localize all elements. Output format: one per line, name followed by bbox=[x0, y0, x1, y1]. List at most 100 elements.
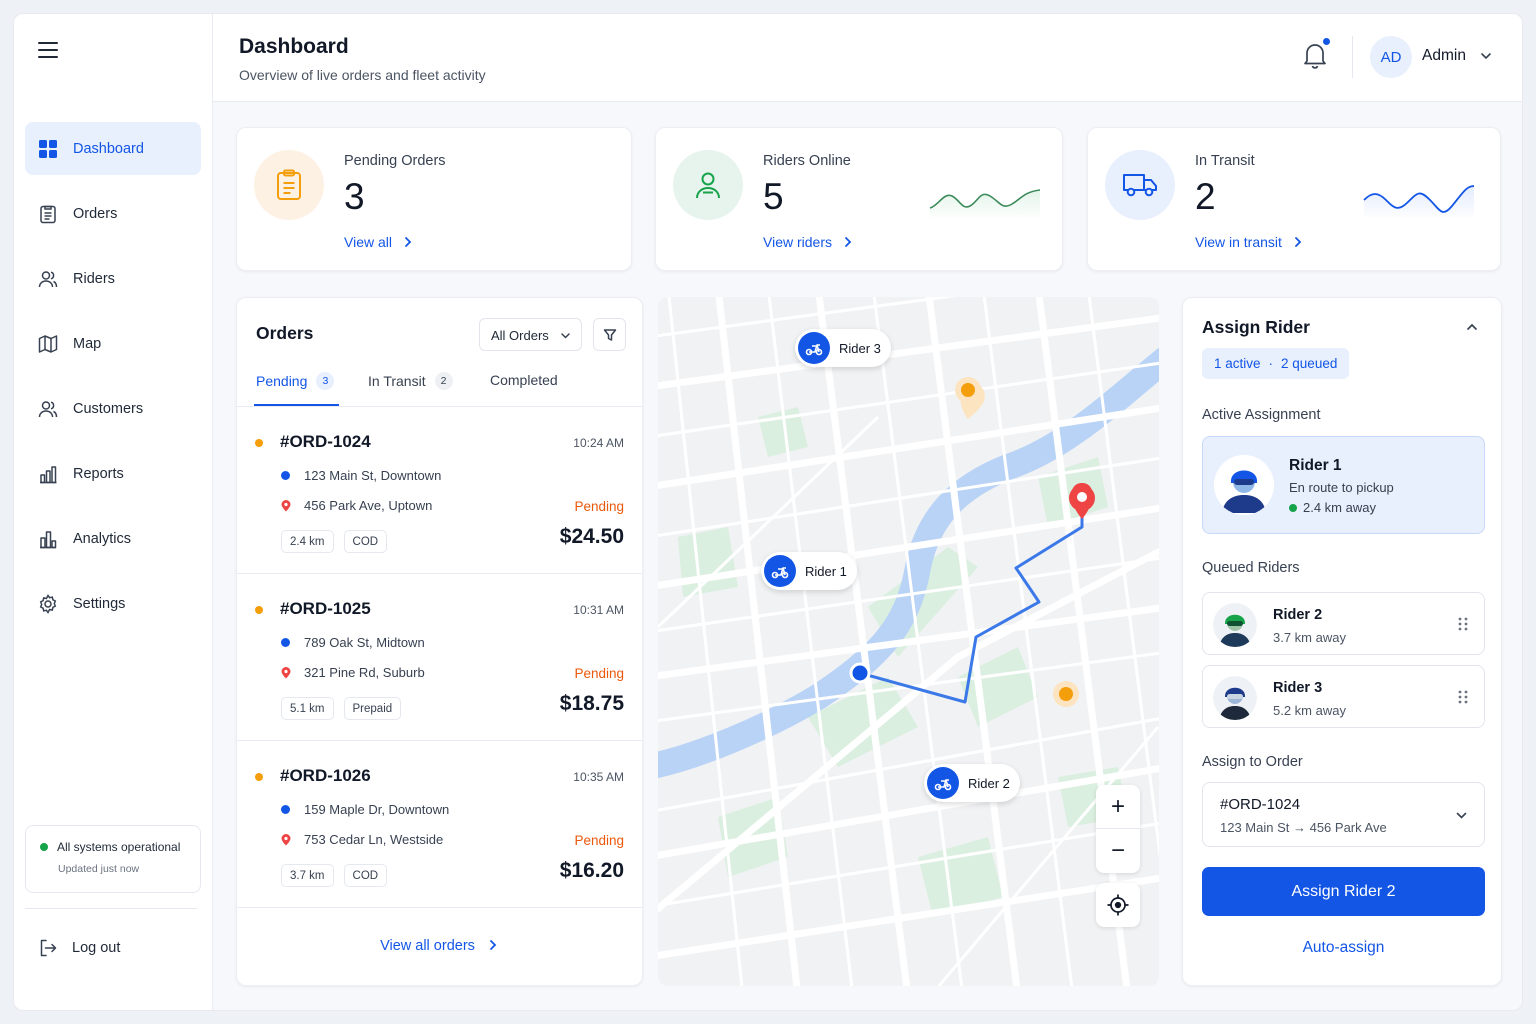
clipboard-icon bbox=[254, 150, 324, 220]
locate-button[interactable] bbox=[1096, 883, 1140, 927]
view-all-orders-link[interactable]: View all orders bbox=[237, 938, 642, 954]
menu-icon[interactable] bbox=[38, 42, 58, 58]
chevron-up-icon[interactable] bbox=[1465, 320, 1479, 334]
section-label: Active Assignment bbox=[1202, 407, 1321, 423]
sidebar-item-riders[interactable]: Riders bbox=[25, 252, 201, 305]
status-dot bbox=[255, 773, 263, 781]
drag-handle-icon[interactable] bbox=[1458, 690, 1468, 704]
live-map[interactable]: Rider 3 Rider 1 Rider 2 + − bbox=[658, 297, 1159, 986]
rider-name: Rider 2 bbox=[1273, 607, 1323, 623]
queued-rider-card[interactable]: Rider 3 5.2 km away bbox=[1202, 665, 1485, 728]
rider-marker-2[interactable]: Rider 2 bbox=[924, 764, 1020, 802]
dropoff-address: 753 Cedar Ln, Westside bbox=[280, 832, 443, 847]
stat-value: 3 bbox=[344, 176, 365, 217]
logout-button[interactable]: Log out bbox=[38, 938, 120, 958]
sidebar-item-reports[interactable]: Reports bbox=[25, 447, 201, 500]
active-assignment-card[interactable]: Rider 1 En route to pickup 2.4 km away bbox=[1202, 436, 1485, 534]
zoom-controls: + − bbox=[1096, 785, 1140, 873]
pickup-dot-icon bbox=[281, 805, 290, 814]
orders-panel: Orders All Orders Pending 3 In Transit 2 C… bbox=[236, 297, 643, 986]
order-pin-orange-icon bbox=[1053, 681, 1079, 707]
status-dot bbox=[255, 606, 263, 614]
system-status: All systems operational Updated just now bbox=[25, 825, 201, 893]
selected-order-id: #ORD-1024 bbox=[1220, 796, 1301, 813]
active-tab-underline bbox=[254, 404, 339, 406]
selected-order-route: 123 Main St → 456 Park Ave bbox=[1220, 820, 1387, 835]
app-window: Dashboard Orders Riders Map Customers Re… bbox=[13, 13, 1523, 1011]
chevron-down-icon[interactable] bbox=[1479, 49, 1493, 63]
assign-rider-button[interactable]: Assign Rider 2 bbox=[1202, 867, 1485, 916]
zoom-in-button[interactable]: + bbox=[1096, 785, 1140, 829]
rider-avatar bbox=[1213, 676, 1257, 720]
clipboard-icon bbox=[40, 205, 56, 223]
order-select[interactable]: #ORD-1024 123 Main St → 456 Park Ave bbox=[1202, 782, 1485, 847]
rider-distance: 5.2 km away bbox=[1273, 703, 1346, 718]
pickup-dot-icon bbox=[281, 638, 290, 647]
online-dot bbox=[1289, 503, 1297, 512]
section-label: Queued Riders bbox=[1202, 560, 1300, 576]
auto-assign-link[interactable]: Auto-assign bbox=[1202, 939, 1485, 957]
order-row[interactable]: #ORD-1025 10:31 AM 789 Oak St, Midtown 3… bbox=[237, 574, 642, 741]
map-icon bbox=[38, 334, 58, 353]
zoom-out-button[interactable]: − bbox=[1096, 829, 1140, 873]
tab-pending[interactable]: Pending 3 bbox=[256, 372, 335, 390]
order-row[interactable]: #ORD-1026 10:35 AM 159 Maple Dr, Downtow… bbox=[237, 741, 642, 908]
order-id: #ORD-1024 bbox=[280, 432, 371, 451]
order-chips: 3.7 km COD bbox=[281, 864, 397, 887]
status-updated: Updated just now bbox=[58, 863, 140, 875]
rider-distance: 3.7 km away bbox=[1273, 630, 1346, 645]
rider-avatar bbox=[1213, 603, 1257, 647]
view-riders-link[interactable]: View riders bbox=[763, 234, 854, 250]
gear-icon bbox=[39, 593, 57, 614]
panel-title: Assign Rider bbox=[1202, 317, 1310, 337]
tab-completed[interactable]: Completed bbox=[490, 372, 558, 388]
payment-chip: COD bbox=[343, 864, 388, 887]
riders-sparkline bbox=[929, 189, 1041, 220]
logout-icon bbox=[40, 939, 57, 957]
view-in-transit-link[interactable]: View in transit bbox=[1195, 234, 1304, 250]
notification-bell-icon[interactable] bbox=[1302, 38, 1330, 70]
view-all-link[interactable]: View all bbox=[344, 234, 414, 250]
tab-in-transit[interactable]: In Transit 2 bbox=[368, 372, 453, 390]
status-text: All systems operational bbox=[57, 840, 181, 854]
sidebar-item-customers[interactable]: Customers bbox=[25, 382, 201, 435]
chevron-down-icon bbox=[1456, 812, 1467, 819]
order-chips: 2.4 km COD bbox=[281, 530, 397, 553]
tab-count: 3 bbox=[316, 372, 335, 390]
filter-button[interactable] bbox=[593, 318, 626, 351]
sidebar-item-map[interactable]: Map bbox=[25, 317, 201, 370]
order-price: $16.20 bbox=[559, 859, 624, 882]
location-pin-icon bbox=[281, 833, 291, 845]
order-chips: 5.1 km Prepaid bbox=[281, 697, 411, 720]
sidebar-item-settings[interactable]: Settings bbox=[25, 577, 201, 630]
stat-card-pending: Pending Orders 3 View all bbox=[236, 127, 632, 271]
rider-name: Rider 1 bbox=[1289, 457, 1342, 474]
avatar[interactable]: AD bbox=[1370, 36, 1412, 78]
sidebar-item-analytics[interactable]: Analytics bbox=[25, 512, 201, 565]
sidebar-item-label: Map bbox=[73, 335, 102, 352]
assignment-count-badge: 1 active · 2 queued bbox=[1202, 348, 1350, 379]
rider-marker-1[interactable]: Rider 1 bbox=[761, 552, 857, 590]
order-row[interactable]: #ORD-1024 10:24 AM 123 Main St, Downtown… bbox=[237, 407, 642, 574]
order-time: 10:35 AM bbox=[573, 770, 624, 784]
orders-filter-dropdown[interactable]: All Orders bbox=[479, 318, 582, 351]
sidebar-item-label: Reports bbox=[73, 465, 124, 482]
sidebar-item-dashboard[interactable]: Dashboard bbox=[25, 122, 201, 175]
orders-tabs: Pending 3 In Transit 2 Completed bbox=[237, 358, 642, 407]
queued-rider-card[interactable]: Rider 2 3.7 km away bbox=[1202, 592, 1485, 655]
distance-chip: 3.7 km bbox=[281, 864, 334, 887]
reports-chart-icon bbox=[40, 465, 57, 483]
stat-label: Riders Online bbox=[763, 153, 851, 169]
section-label: Assign to Order bbox=[1202, 754, 1303, 770]
sidebar-item-orders[interactable]: Orders bbox=[25, 187, 201, 240]
order-price: $24.50 bbox=[559, 525, 624, 548]
rider-marker-3[interactable]: Rider 3 bbox=[795, 329, 891, 367]
order-price: $18.75 bbox=[559, 692, 624, 715]
user-name[interactable]: Admin bbox=[1422, 47, 1466, 65]
assign-rider-panel: Assign Rider 1 active · 2 queued Active As… bbox=[1182, 297, 1502, 986]
drag-handle-icon[interactable] bbox=[1458, 617, 1468, 631]
rider-avatar bbox=[1214, 455, 1274, 515]
sidebar-item-label: Customers bbox=[73, 400, 144, 417]
status-dot bbox=[255, 439, 263, 447]
dropoff-address: 321 Pine Rd, Suburb bbox=[280, 665, 425, 680]
